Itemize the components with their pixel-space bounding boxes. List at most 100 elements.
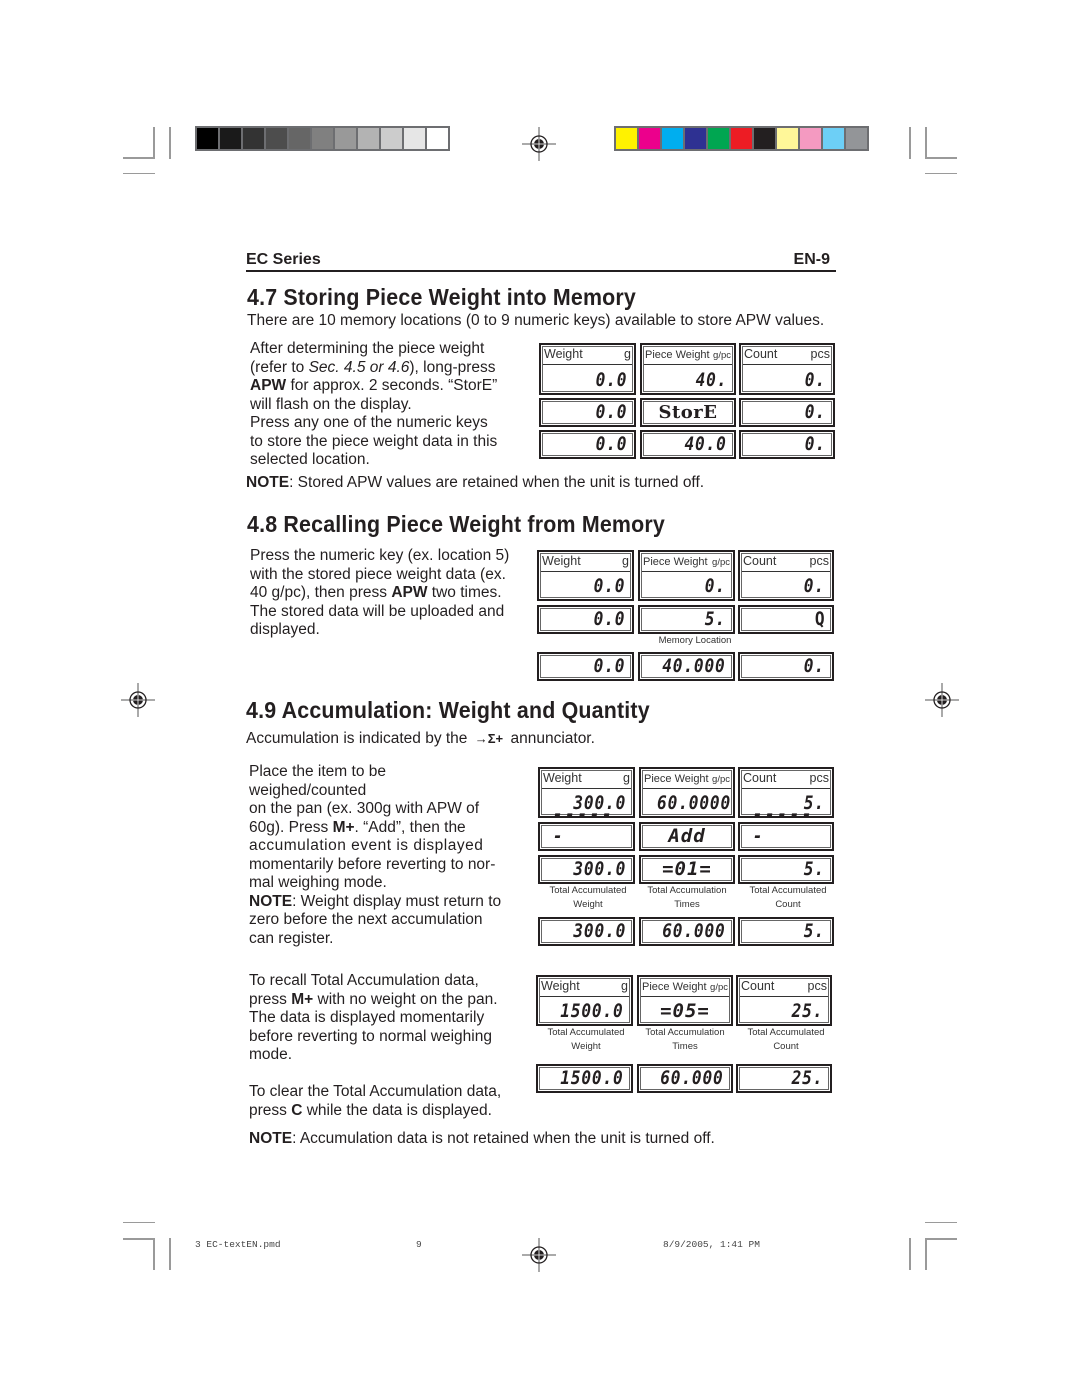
weight-display: 300.0 [538, 855, 635, 884]
color-swatch [197, 128, 220, 149]
count-display: 25. [736, 1064, 832, 1093]
count-display: Count pcs 0. [739, 343, 835, 395]
color-swatch [243, 128, 266, 149]
crop-mark [925, 1222, 957, 1223]
crop-mark [169, 127, 171, 159]
count-display: 0. [739, 430, 835, 459]
crop-mark [925, 1238, 957, 1240]
count-display: Q [738, 605, 834, 634]
crop-mark [153, 127, 155, 159]
weight-display: 300.0 [538, 917, 635, 946]
series-name: EC Series [246, 251, 321, 268]
color-swatch [289, 128, 312, 149]
color-swatch [708, 128, 731, 149]
count-display: Count pcs 25. [736, 975, 832, 1026]
display-value: 40. [695, 369, 727, 391]
color-swatch [312, 128, 335, 149]
weight-display: 0.0 [537, 605, 634, 634]
piece-weight-display: StorE [640, 398, 736, 427]
color-swatch [381, 128, 404, 149]
color-swatch [639, 128, 662, 149]
section-4-9-body-1: Place the item to be weighed/counted on … [249, 763, 502, 947]
crop-mark [925, 127, 927, 159]
section-4-9-body-3: To clear the Total Accumulation data, pr… [249, 1083, 502, 1119]
count-display: ------ [738, 803, 834, 851]
registration-mark-icon [121, 683, 155, 717]
weight-display: ------ [538, 803, 635, 851]
weight-display: 0.0 [537, 652, 634, 681]
total-accumulated-count-caption: Total Accumulated Count [747, 1027, 825, 1052]
section-4-8-body: Press the numeric key (ex. location 5) w… [250, 547, 510, 638]
note-label: NOTE [249, 1130, 293, 1147]
crop-mark [123, 1222, 155, 1223]
section-4-9-intro: Accumulation is indicated by the →Σ+ ann… [246, 730, 595, 747]
accumulation-annunciator-icon: →Σ+ [474, 731, 504, 746]
color-swatch [404, 128, 427, 149]
memory-location-display: 5. [638, 605, 735, 634]
running-header: EC Series EN-9 [246, 250, 836, 272]
color-swatch [800, 128, 823, 149]
crop-mark [123, 173, 155, 174]
key-name: M+ [332, 818, 355, 836]
count-display: Count pcs 0. [738, 550, 834, 601]
color-swatch [846, 128, 867, 149]
footer-filename: 3 EC-textEN.pmd [195, 1239, 281, 1250]
piece-weight-display: 60.000 [639, 917, 735, 946]
page-number: EN-9 [793, 251, 830, 268]
key-name: C [291, 1101, 303, 1119]
weight-display: Weight g 0.0 [537, 550, 634, 601]
crop-mark [123, 157, 155, 159]
key-name: M+ [291, 990, 314, 1008]
weight-display: 0.0 [539, 430, 636, 459]
count-display: 5. [738, 917, 834, 946]
count-display: 0. [738, 652, 834, 681]
crop-mark [153, 1238, 155, 1270]
note-stored-apw: NOTE: Stored APW values are retained whe… [246, 474, 705, 491]
total-accumulation-times-caption: Total Accumulation Times [645, 1027, 725, 1052]
note-label: NOTE [246, 474, 290, 491]
piece-weight-display: 40.0 [640, 430, 736, 459]
color-swatch [427, 128, 448, 149]
piece-weight-display: =01= [639, 855, 735, 884]
footer-datetime: 8/9/2005, 1:41 PM [663, 1239, 760, 1250]
section-title-4-7: 4.7 Storing Piece Weight into Memory [247, 284, 637, 310]
color-swatch [777, 128, 800, 149]
color-calibration-bar [614, 126, 869, 151]
section-title-4-9: 4.9 Accumulation: Weight and Quantity [246, 697, 650, 723]
footer-page: 9 [416, 1239, 422, 1250]
total-accumulation-times-caption: Total Accumulation Times [647, 885, 727, 910]
weight-display: 1500.0 [536, 1064, 633, 1093]
piece-weight-display: Piece Weight g/pc =05= [637, 975, 733, 1026]
section-reference: Sec. 4.5 or 4.6 [308, 358, 410, 376]
registration-mark-icon [522, 127, 556, 161]
weight-display: Weight g 0.0 [539, 343, 636, 395]
section-4-7-body: After determining the piece weight (refe… [250, 340, 498, 468]
color-swatch [754, 128, 777, 149]
display-value: 0. [804, 369, 826, 391]
color-swatch [266, 128, 289, 149]
crop-mark [123, 1238, 155, 1240]
count-display: 0. [739, 398, 835, 427]
count-display: 5. [738, 855, 834, 884]
key-name: APW [250, 377, 287, 394]
crop-mark [925, 173, 957, 174]
color-swatch [731, 128, 754, 149]
color-swatch [335, 128, 358, 149]
section-title-4-8: 4.8 Recalling Piece Weight from Memory [247, 511, 665, 537]
piece-weight-display: Add [639, 822, 735, 851]
color-swatch [685, 128, 708, 149]
color-swatch [823, 128, 846, 149]
registration-mark-icon [522, 1238, 556, 1272]
registration-mark-icon [925, 683, 959, 717]
grayscale-calibration-bar [195, 126, 450, 151]
piece-weight-display: 40.000 [638, 652, 735, 681]
color-swatch [358, 128, 381, 149]
color-swatch [616, 128, 639, 149]
crop-mark [909, 127, 911, 159]
section-4-9-body-2: To recall Total Accumulation data, press… [249, 972, 498, 1063]
piece-weight-display: 60.000 [637, 1064, 733, 1093]
key-name: APW [391, 584, 428, 601]
crop-mark [925, 157, 957, 159]
total-accumulated-count-caption: Total Accumulated Count [749, 885, 827, 910]
display-value: 0.0 [595, 369, 627, 391]
